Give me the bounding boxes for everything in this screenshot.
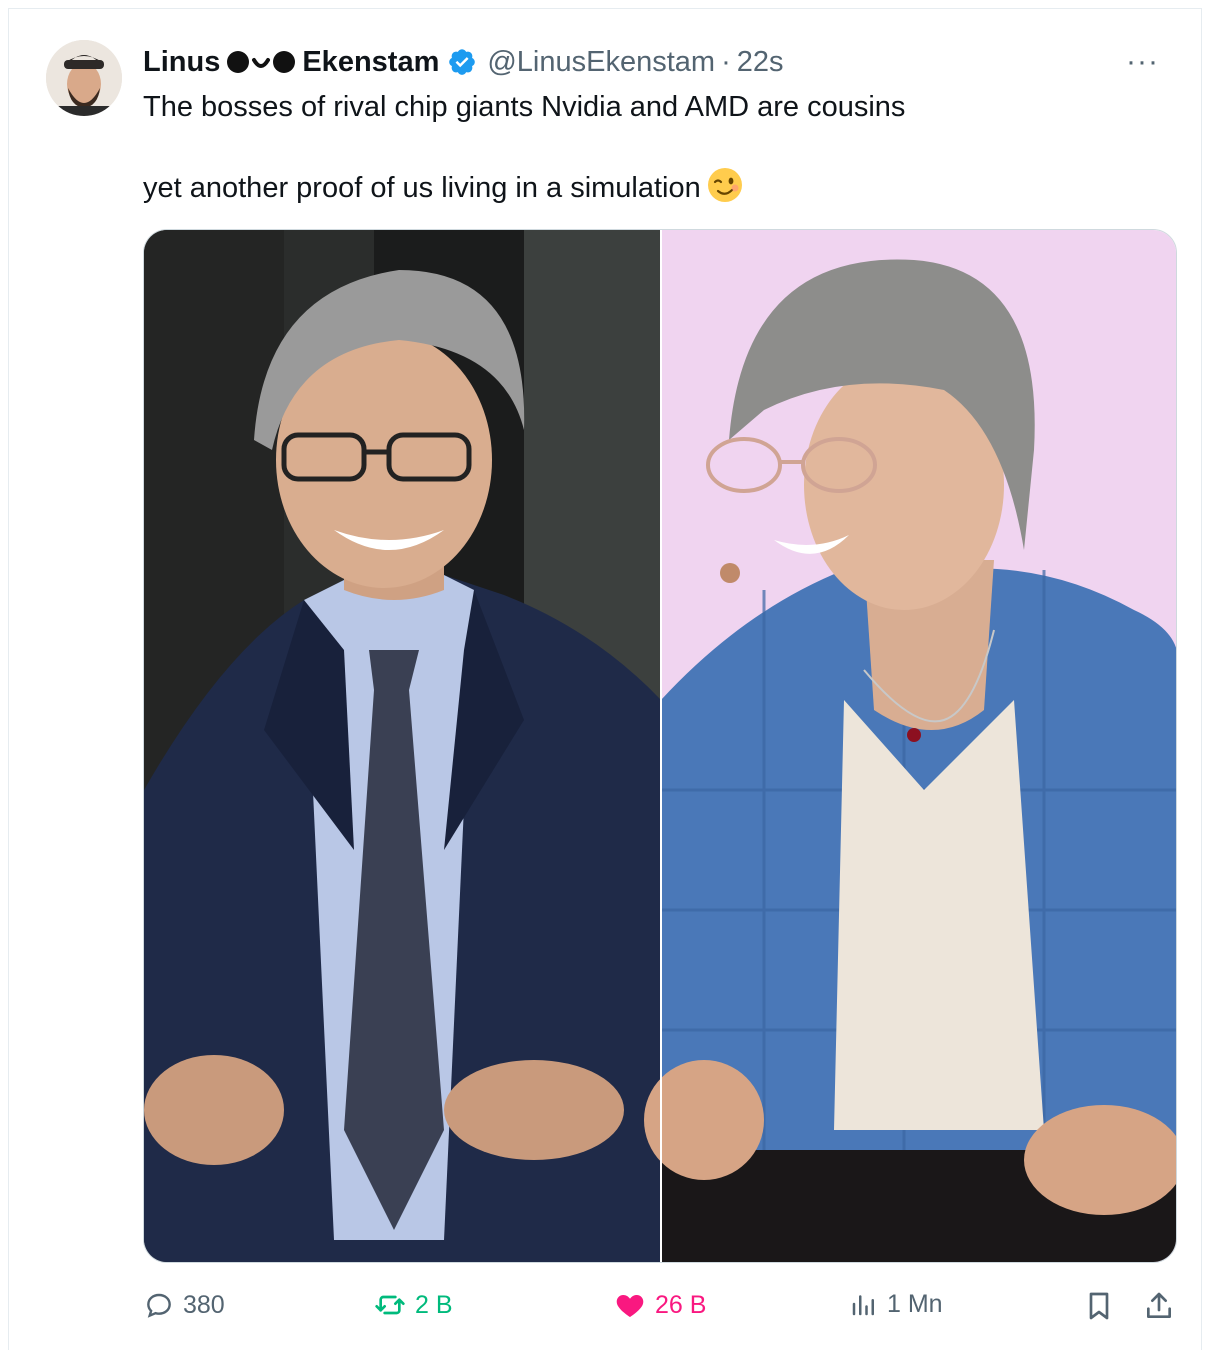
author-avatar[interactable] [46,40,122,116]
tweet-text-line-with-emoji: yet another proof of us living in a simu… [143,167,905,214]
heart-icon [616,1295,644,1317]
author-name-last[interactable]: Ekenstam [302,46,439,79]
tweet-text: The bosses of rival chip giants Nvidia a… [143,87,905,214]
bookmark-button[interactable] [1083,1289,1123,1323]
analytics-icon [852,1295,874,1316]
tweet-header: Linus Ekenstam @LinusEkenstam · 22s [143,43,784,81]
share-button[interactable] [1143,1289,1183,1323]
tweet-text-line: The bosses of rival chip giants Nvidia a… [143,91,906,123]
retweet-count: 2 B [415,1290,453,1319]
separator-dot: · [721,45,731,78]
more-options-icon[interactable]: ··· [1126,45,1159,79]
face-emoji-icon [226,50,296,74]
retweet-button[interactable]: 2 B [373,1289,453,1321]
tweet-timestamp[interactable]: 22s [737,46,784,79]
share-icon [1147,1292,1171,1318]
bookmark-icon [1089,1292,1109,1320]
photo-collage [144,230,1176,1262]
right-photo [644,230,1176,1262]
reply-count: 380 [183,1290,225,1319]
verified-badge-icon[interactable] [447,47,477,77]
retweet-icon [375,1295,405,1315]
like-count: 26 B [655,1290,707,1319]
avatar-image [46,40,122,116]
views-button[interactable]: 1 Mn [849,1289,943,1319]
like-button[interactable]: 26 B [613,1289,706,1321]
winking-face-emoji-icon [707,167,743,214]
tweet-card[interactable]: Linus Ekenstam @LinusEkenstam · 22s ··· … [8,8,1202,1350]
tweet-actions: 380 2 B 26 B 1 Mn [143,1289,1177,1333]
reply-icon [147,1293,171,1318]
tweet-photo[interactable] [143,229,1177,1263]
author-name-first[interactable]: Linus [143,46,220,79]
reply-button[interactable]: 380 [143,1289,225,1321]
tweet-text-line: yet another proof of us living in a simu… [143,172,701,204]
views-count: 1 Mn [887,1289,943,1318]
left-photo [144,230,661,1262]
author-handle[interactable]: @LinusEkenstam [487,46,715,79]
